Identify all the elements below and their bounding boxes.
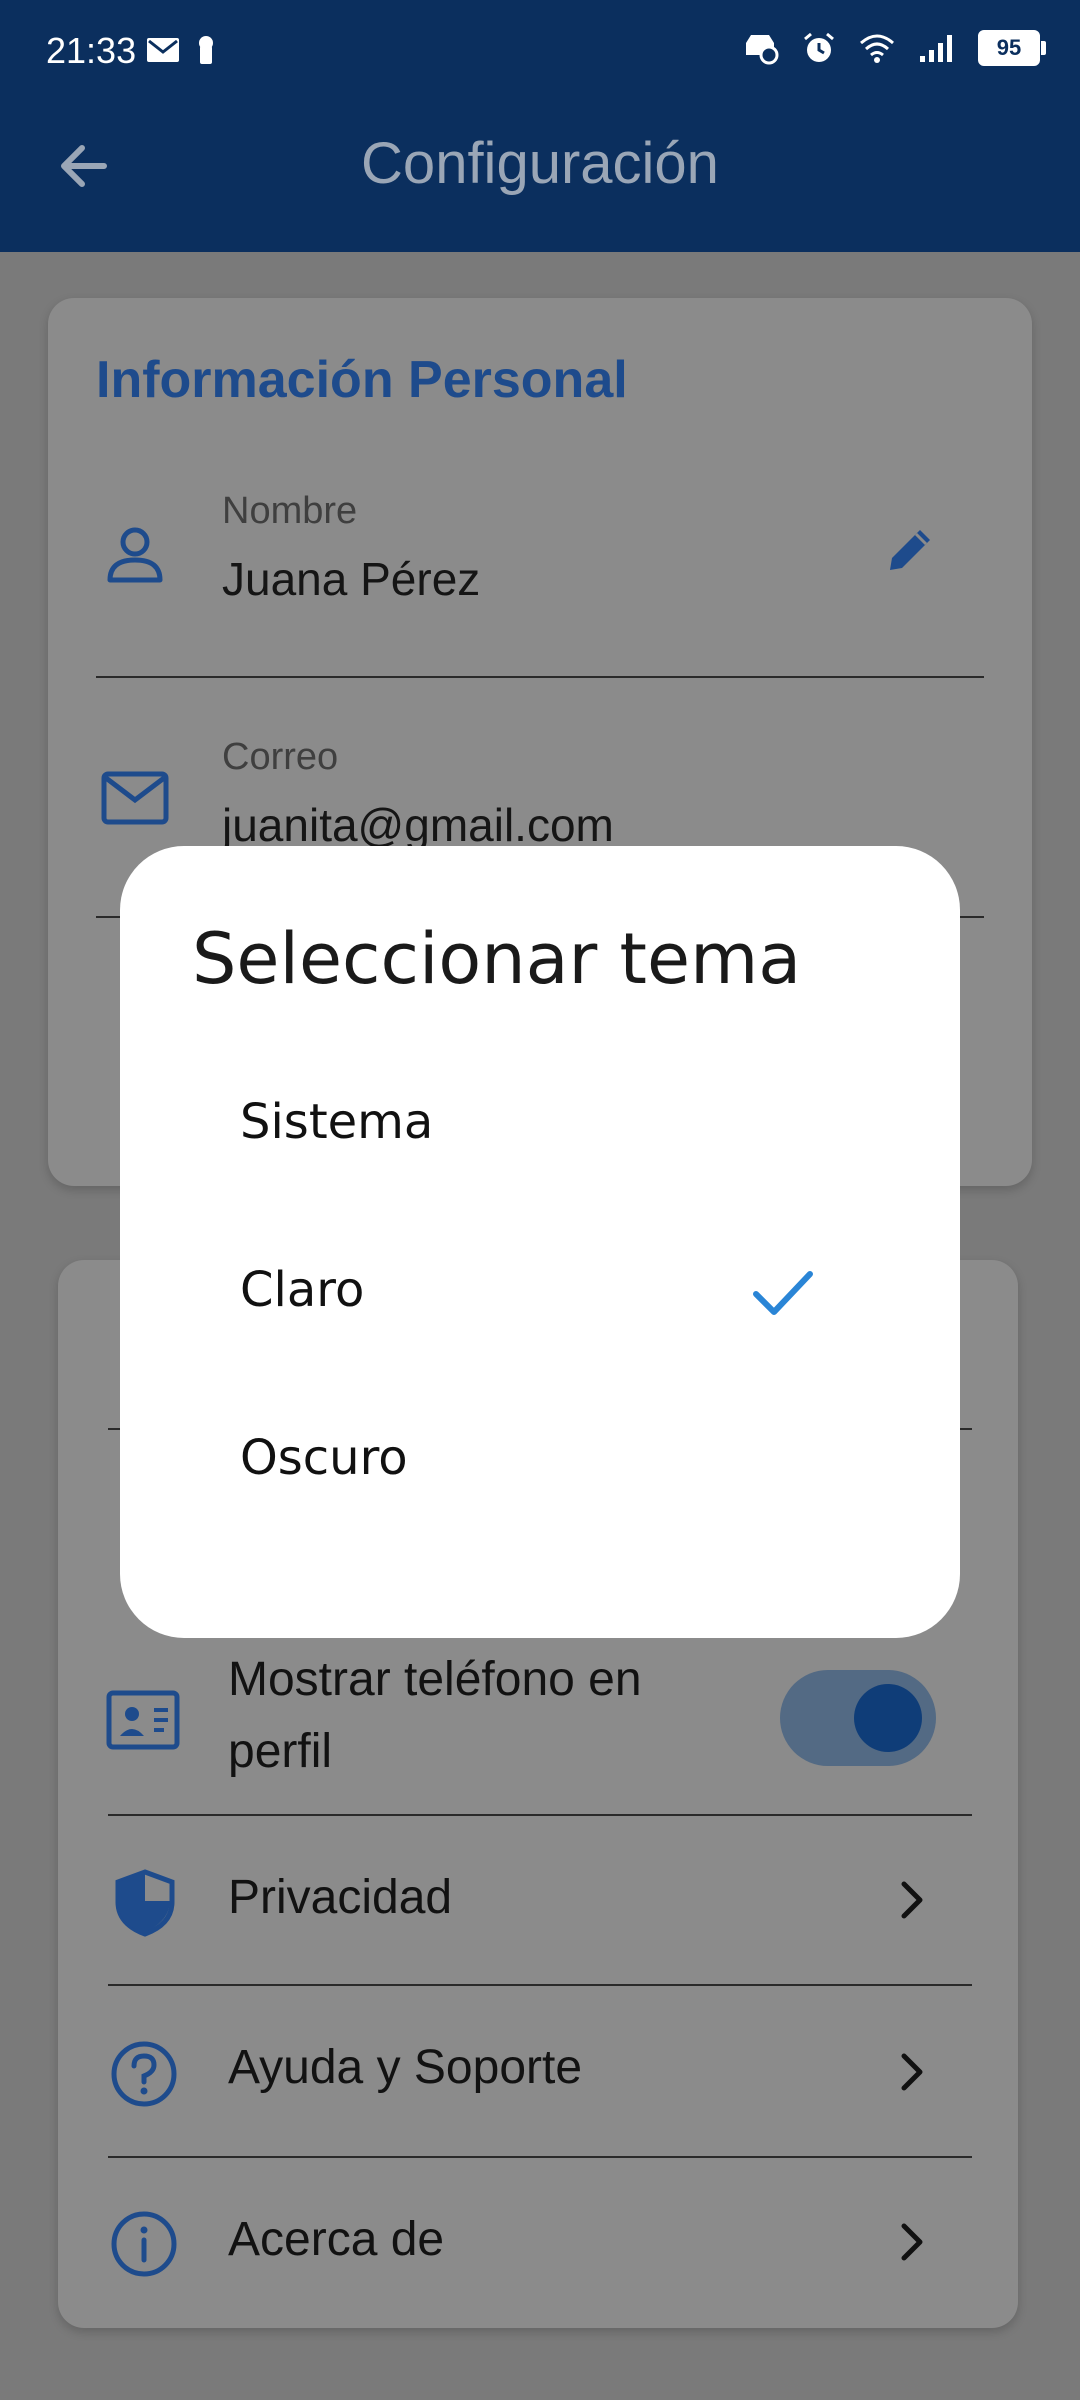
- theme-dialog: Seleccionar tema Sistema Claro Oscuro: [120, 846, 960, 1638]
- option-label: Claro: [240, 1262, 365, 1318]
- checkmark-icon: [753, 1271, 813, 1315]
- theme-option-claro[interactable]: Claro: [120, 1224, 960, 1364]
- option-label: Oscuro: [240, 1430, 408, 1486]
- theme-option-sistema[interactable]: Sistema: [120, 1056, 960, 1196]
- option-label: Sistema: [240, 1094, 434, 1150]
- theme-option-oscuro[interactable]: Oscuro: [120, 1392, 960, 1532]
- dialog-title: Seleccionar tema: [192, 918, 802, 1000]
